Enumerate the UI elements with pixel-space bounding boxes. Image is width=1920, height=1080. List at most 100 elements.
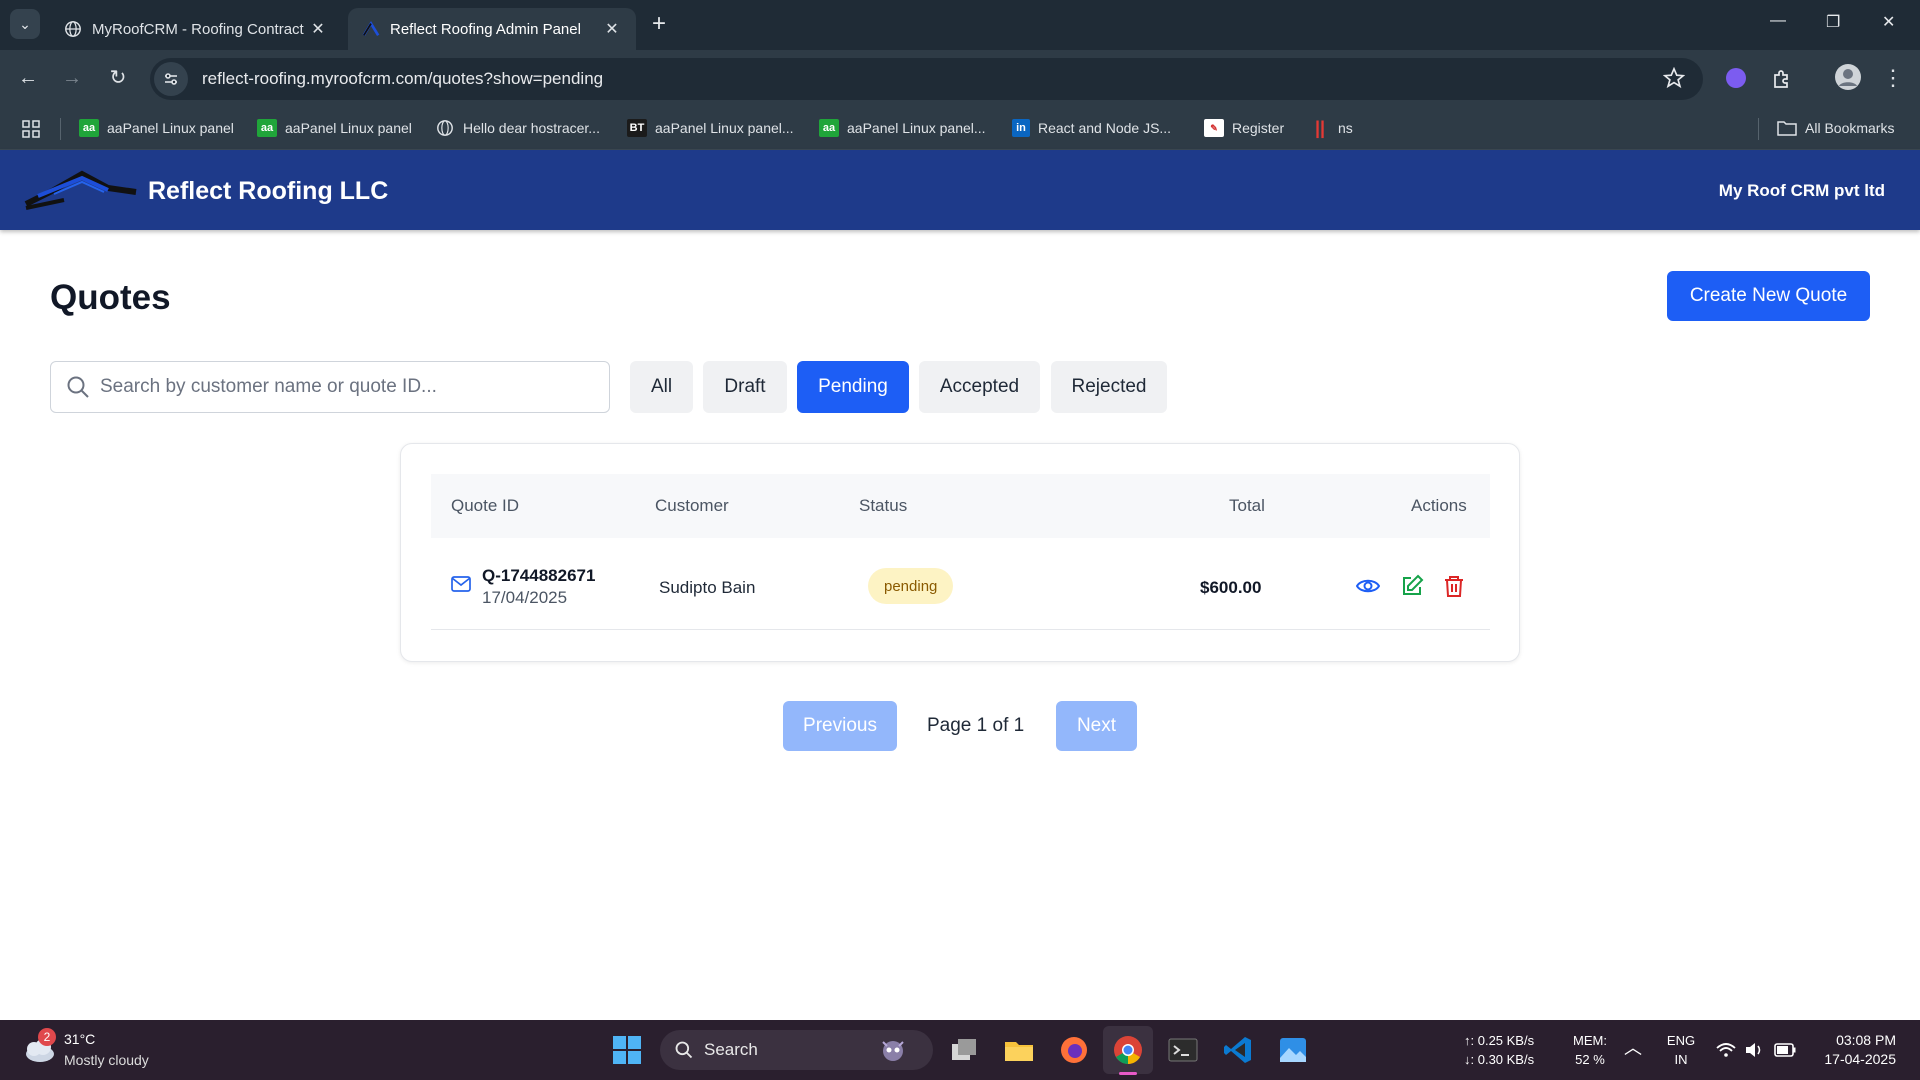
bookmark-label: aaPanel Linux panel: [107, 120, 234, 136]
filter-all-button[interactable]: All: [630, 361, 693, 413]
bookmark-aapanel-2[interactable]: aa aaPanel Linux panel: [257, 119, 412, 137]
divider: [1758, 118, 1759, 140]
bookmark-aapanel-1[interactable]: aa aaPanel Linux panel: [79, 119, 234, 137]
window-close-icon[interactable]: ✕: [1882, 12, 1895, 32]
new-tab-button[interactable]: +: [652, 12, 666, 36]
forward-arrow-icon[interactable]: →: [60, 66, 84, 90]
restore-icon[interactable]: ❐: [1826, 12, 1840, 32]
language-indicator[interactable]: ENG IN: [1665, 1031, 1697, 1069]
tab-search-dropdown[interactable]: ⌄: [10, 9, 40, 39]
tab-title: MyRoofCRM - Roofing Contract: [92, 20, 304, 38]
photos-icon[interactable]: [1277, 1034, 1309, 1066]
temperature: 31°C: [64, 1031, 96, 1047]
chrome-icon[interactable]: [1112, 1034, 1144, 1066]
bookmark-label: Register: [1232, 120, 1285, 136]
region: IN: [1674, 1052, 1688, 1067]
search-icon: [67, 376, 89, 398]
bookmark-react-node[interactable]: in React and Node JS...: [1012, 119, 1171, 137]
search-highlight-icon: [882, 1041, 904, 1061]
edit-icon[interactable]: [1400, 574, 1424, 598]
aapanel-icon: aa: [257, 119, 277, 137]
kebab-menu-icon[interactable]: ⋮: [1881, 66, 1905, 90]
extensions-puzzle-icon[interactable]: [1770, 67, 1794, 91]
task-view-icon[interactable]: [948, 1034, 980, 1066]
tab-title: Reflect Roofing Admin Panel: [390, 20, 581, 38]
profile-avatar[interactable]: [1834, 63, 1862, 91]
browser-tab-myroofcrm[interactable]: MyRoofCRM - Roofing Contract ✕: [50, 8, 342, 50]
reload-icon[interactable]: ↻: [106, 66, 130, 90]
bookmark-label: aaPanel Linux panel: [285, 120, 412, 136]
bookmark-register[interactable]: ✎ Register: [1204, 119, 1284, 137]
close-tab-icon[interactable]: ✕: [602, 19, 622, 39]
create-new-quote-button[interactable]: Create New Quote: [1667, 271, 1870, 321]
windows-start-icon[interactable]: [611, 1034, 643, 1066]
firefox-icon[interactable]: [1058, 1034, 1090, 1066]
back-arrow-icon[interactable]: ←: [16, 66, 40, 90]
browser-toolbar: ← → ↻ reflect-roofing.myroofcrm.com/quot…: [0, 50, 1920, 108]
clock-time: 03:08 PM: [1836, 1032, 1896, 1048]
vscode-icon[interactable]: [1222, 1034, 1254, 1066]
search-input[interactable]: [100, 376, 580, 398]
search-icon: [675, 1041, 693, 1059]
bookmark-bt-panel[interactable]: BT aaPanel Linux panel...: [627, 119, 794, 137]
delete-trash-icon[interactable]: [1442, 574, 1466, 598]
column-header-status: Status: [859, 496, 908, 515]
bookmark-star-icon[interactable]: [1663, 67, 1685, 89]
system-clock[interactable]: 03:08 PM 17-04-2025: [1824, 1031, 1896, 1069]
roof-logo-icon: [362, 21, 380, 37]
bookmark-label: aaPanel Linux panel...: [655, 120, 794, 136]
browser-tab-admin-panel[interactable]: Reflect Roofing Admin Panel ✕: [348, 8, 636, 50]
company-name: My Roof CRM pvt ltd: [1718, 181, 1885, 200]
address-bar[interactable]: reflect-roofing.myroofcrm.com/quotes?sho…: [150, 58, 1703, 100]
bookmark-label: ns: [1338, 120, 1353, 136]
tray-overflow-chevron-icon[interactable]: ︿: [1624, 1039, 1642, 1058]
mem-label: MEM:: [1573, 1033, 1607, 1048]
extension-circle-icon[interactable]: [1725, 67, 1747, 89]
active-app-indicator: [1119, 1072, 1137, 1075]
table-header: Quote ID Customer Status Total Actions: [431, 474, 1490, 538]
customer-name: Sudipto Bain: [659, 578, 756, 597]
net-download: ↓: 0.30 KB/s: [1464, 1052, 1535, 1067]
linkedin-icon: in: [1012, 119, 1030, 137]
bookmark-aapanel-3[interactable]: aa aaPanel Linux panel...: [819, 119, 986, 137]
filter-pending-button[interactable]: Pending: [797, 361, 909, 413]
volume-icon[interactable]: [1744, 1041, 1764, 1059]
weather-condition: Mostly cloudy: [64, 1052, 149, 1068]
filter-rejected-button[interactable]: Rejected: [1051, 361, 1167, 413]
table-row: Q-1744882671 17/04/2025 Sudipto Bain pen…: [431, 538, 1490, 630]
status-badge: pending: [868, 568, 954, 604]
aapanel-icon: aa: [79, 119, 99, 137]
file-explorer-icon[interactable]: [1003, 1034, 1035, 1066]
terminal-icon[interactable]: [1167, 1034, 1199, 1066]
globe-icon: [65, 21, 81, 37]
column-header-quote-id: Quote ID: [451, 496, 520, 515]
site-info-icon[interactable]: [154, 62, 188, 96]
battery-icon[interactable]: [1774, 1043, 1796, 1057]
chevron-down-icon: ⌄: [19, 15, 31, 32]
register-icon: ✎: [1204, 119, 1224, 137]
aapanel-icon: aa: [819, 119, 839, 137]
quote-id[interactable]: Q-1744882671: [482, 566, 595, 586]
quote-total: $600.00: [1200, 578, 1262, 597]
taskbar-search[interactable]: Search: [660, 1030, 933, 1070]
column-header-total: Total: [1229, 496, 1265, 515]
brand-name: Reflect Roofing LLC: [148, 177, 389, 205]
all-bookmarks-button[interactable]: All Bookmarks: [1777, 119, 1894, 137]
folder-icon: [1777, 121, 1797, 136]
view-eye-icon[interactable]: [1356, 574, 1380, 598]
wifi-icon[interactable]: [1716, 1042, 1736, 1058]
previous-page-button[interactable]: Previous: [783, 701, 897, 751]
minimize-icon[interactable]: —: [1770, 12, 1786, 30]
search-field[interactable]: [50, 361, 610, 413]
next-page-button[interactable]: Next: [1056, 701, 1137, 751]
bookmark-hostracer[interactable]: Hello dear hostracer...: [435, 119, 600, 137]
bookmark-label: Hello dear hostracer...: [463, 120, 600, 136]
filter-draft-button[interactable]: Draft: [703, 361, 787, 413]
mail-icon: [451, 576, 471, 592]
bookmark-ns[interactable]: || ns: [1310, 118, 1353, 138]
taskbar-search-label: Search: [704, 1040, 758, 1059]
close-tab-icon[interactable]: ✕: [308, 19, 328, 39]
reflect-roofing-logo[interactable]: [24, 170, 139, 210]
apps-grid-icon[interactable]: [22, 120, 40, 138]
filter-accepted-button[interactable]: Accepted: [919, 361, 1040, 413]
